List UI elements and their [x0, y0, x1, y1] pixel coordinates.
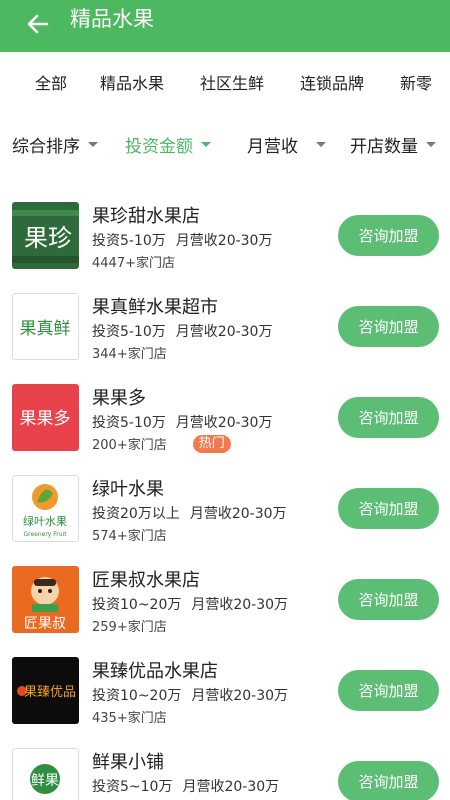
caret-down-icon — [88, 142, 98, 147]
store-count: 259+家门店 — [92, 616, 167, 635]
svg-text:匠果叔: 匠果叔 — [24, 616, 66, 632]
filter-investment-label: 投资金额 — [125, 137, 193, 157]
consult-button[interactable]: 咨询加盟 — [338, 215, 439, 256]
svg-text:果真鲜: 果真鲜 — [20, 319, 71, 339]
list-item[interactable]: 鲜果 鲜果小铺 投资5~10万 月营收20-30万 咨询加盟 — [0, 732, 450, 800]
invest-range: 投资5-10万 — [92, 233, 166, 249]
brand-meta: 投资20万以上 月营收20-30万 — [92, 503, 287, 523]
store-count: 574+家门店 — [92, 525, 167, 544]
brand-name: 果珍甜水果店 — [92, 206, 200, 227]
brand-meta: 投资5~10万 月营收20-30万 — [92, 776, 279, 796]
brand-meta: 投资5-10万 月营收20-30万 — [92, 230, 272, 250]
filter-revenue[interactable]: 月营收 — [247, 132, 326, 157]
list-item[interactable]: 绿叶水果 Greenery Fruit 绿叶水果 投资20万以上 月营收20-30… — [0, 459, 450, 550]
store-count: 435+家门店 — [92, 707, 167, 726]
svg-text:绿叶水果: 绿叶水果 — [23, 514, 67, 528]
tab-premium-fruit[interactable]: 精品水果 — [100, 70, 164, 94]
invest-range: 投资5~10万 — [92, 779, 173, 795]
list-item[interactable]: 果臻优品 果臻优品水果店 投资10~20万 月营收20-30万 435+家门店 咨… — [0, 641, 450, 732]
brand-logo: 果臻优品 — [12, 657, 79, 724]
tab-community-fresh[interactable]: 社区生鲜 — [200, 70, 264, 94]
filter-store-count[interactable]: 开店数量 — [350, 132, 436, 157]
caret-down-icon — [316, 142, 326, 147]
filter-sort[interactable]: 综合排序 — [12, 132, 98, 157]
store-count-text: 259+家门店 — [92, 620, 167, 635]
svg-text:果果多: 果果多 — [20, 409, 71, 429]
brand-logo: 果果多 — [12, 384, 79, 451]
consult-button[interactable]: 咨询加盟 — [338, 306, 439, 347]
monthly-revenue: 月营收20-30万 — [189, 506, 287, 522]
invest-range: 投资20万以上 — [92, 506, 180, 522]
brand-logo: 绿叶水果 Greenery Fruit — [12, 475, 79, 542]
category-tabs: 全部 精品水果 社区生鲜 连锁品牌 新零 — [0, 52, 450, 110]
invest-range: 投资10~20万 — [92, 688, 182, 704]
monthly-revenue: 月营收20-30万 — [191, 688, 289, 704]
list-item[interactable]: 果珍 果珍甜水果店 投资5-10万 月营收20-30万 4447+家门店 咨询加盟 — [0, 186, 450, 277]
invest-range: 投资5-10万 — [92, 324, 166, 340]
store-count-text: 4447+家门店 — [92, 256, 175, 271]
store-count-text: 200+家门店 — [92, 438, 167, 453]
svg-text:Greenery Fruit: Greenery Fruit — [23, 531, 67, 538]
filter-sort-label: 综合排序 — [12, 137, 80, 157]
tab-all[interactable]: 全部 — [35, 70, 67, 94]
svg-text:果珍: 果珍 — [24, 224, 72, 252]
invest-range: 投资5-10万 — [92, 415, 166, 431]
hot-badge: 热门 — [192, 434, 231, 453]
store-count: 200+家门店 热门 — [92, 434, 231, 453]
store-count: 344+家门店 — [92, 343, 167, 362]
monthly-revenue: 月营收20-30万 — [175, 324, 273, 340]
store-count: 4447+家门店 — [92, 252, 175, 271]
caret-down-icon — [201, 142, 211, 147]
list-item[interactable]: 果真鲜 果真鲜水果超市 投资5-10万 月营收20-30万 344+家门店 咨询加… — [0, 277, 450, 368]
brand-logo: 鲜果 — [12, 748, 79, 800]
brand-meta: 投资10~20万 月营收20-30万 — [92, 685, 288, 705]
brand-name: 果果多 — [92, 388, 146, 409]
brand-name: 匠果叔水果店 — [92, 570, 200, 591]
brand-logo: 果真鲜 — [12, 293, 79, 360]
brand-meta: 投资10~20万 月营收20-30万 — [92, 594, 288, 614]
monthly-revenue: 月营收20-30万 — [175, 233, 273, 249]
filter-revenue-label: 月营收 — [247, 137, 298, 157]
brand-logo: 果珍 — [12, 202, 79, 269]
list-item[interactable]: 果果多 果果多 投资5-10万 月营收20-30万 200+家门店 热门 咨询加盟 — [0, 368, 450, 459]
arrow-left-icon — [27, 14, 49, 34]
invest-range: 投资10~20万 — [92, 597, 182, 613]
monthly-revenue: 月营收20-30万 — [175, 415, 273, 431]
list-item[interactable]: 匠果叔 匠果叔水果店 投资10~20万 月营收20-30万 259+家门店 咨询加… — [0, 550, 450, 641]
monthly-revenue: 月营收20-30万 — [191, 597, 289, 613]
app-header: 精品水果 — [0, 0, 450, 52]
tab-new-retail[interactable]: 新零 — [400, 70, 432, 94]
svg-text:果臻优品: 果臻优品 — [24, 685, 76, 700]
brand-name: 果真鲜水果超市 — [92, 297, 218, 318]
filter-store-count-label: 开店数量 — [350, 137, 418, 157]
tab-chain-brand[interactable]: 连锁品牌 — [300, 70, 364, 94]
brand-logo: 匠果叔 — [12, 566, 79, 633]
brand-meta: 投资5-10万 月营收20-30万 — [92, 412, 272, 432]
store-count-text: 344+家门店 — [92, 347, 167, 362]
brand-name: 鲜果小铺 — [92, 752, 164, 773]
brand-name: 果臻优品水果店 — [92, 661, 218, 682]
monthly-revenue: 月营收20-30万 — [182, 779, 280, 795]
svg-text:鲜果: 鲜果 — [31, 773, 59, 789]
filter-bar: 综合排序 投资金额 月营收 开店数量 — [0, 118, 450, 170]
consult-button[interactable]: 咨询加盟 — [338, 579, 439, 620]
caret-down-icon — [426, 142, 436, 147]
consult-button[interactable]: 咨询加盟 — [338, 670, 439, 711]
store-count-text: 574+家门店 — [92, 529, 167, 544]
consult-button[interactable]: 咨询加盟 — [338, 397, 439, 438]
filter-investment[interactable]: 投资金额 — [125, 132, 211, 157]
back-button[interactable] — [18, 4, 58, 44]
store-count-text: 435+家门店 — [92, 711, 167, 726]
consult-button[interactable]: 咨询加盟 — [338, 761, 439, 800]
consult-button[interactable]: 咨询加盟 — [338, 488, 439, 529]
brand-meta: 投资5-10万 月营收20-30万 — [92, 321, 272, 341]
page-title: 精品水果 — [70, 7, 154, 31]
brand-name: 绿叶水果 — [92, 479, 164, 500]
